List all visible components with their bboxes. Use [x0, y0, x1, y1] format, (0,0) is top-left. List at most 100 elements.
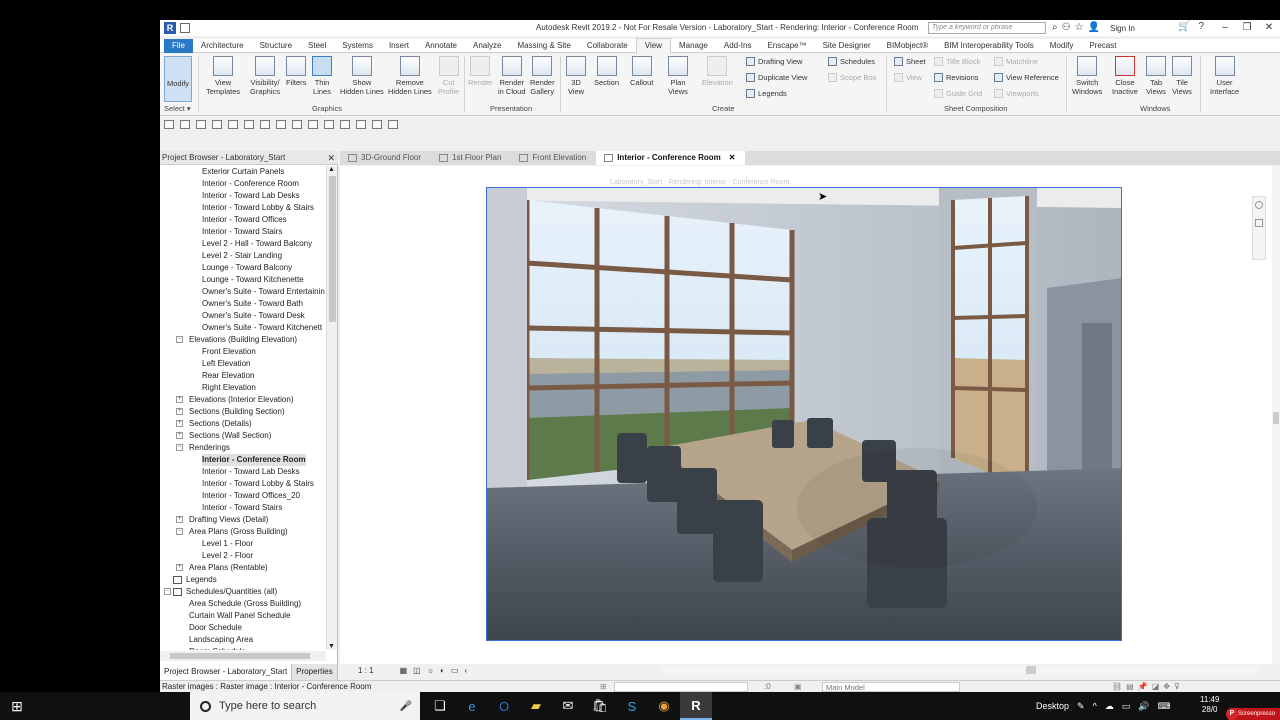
binoculars-icon[interactable]: ⌕ [1052, 22, 1058, 34]
expand-toggle-icon[interactable]: + [176, 396, 183, 403]
tree-item[interactable]: Interior - Toward Lab Desks [202, 466, 300, 478]
tab-properties[interactable]: Properties [292, 664, 338, 680]
user-interface-button[interactable]: User Interface [1210, 56, 1239, 96]
render-in-cloud-button[interactable]: Render in Cloud [498, 56, 526, 96]
viewports-button[interactable]: Viewports [994, 89, 1039, 98]
scope-box-button[interactable]: Scope Box [828, 73, 876, 82]
callout-button[interactable]: Callout [630, 56, 653, 87]
expand-toggle-icon[interactable]: + [176, 564, 183, 571]
tree-item[interactable]: Lounge - Toward Balcony [202, 262, 292, 274]
sun-path-icon[interactable]: ☼ [427, 666, 434, 675]
place-view-button[interactable]: View [894, 73, 922, 82]
tree-item[interactable]: Renderings [189, 442, 230, 454]
open-icon[interactable] [164, 119, 174, 129]
tree-item[interactable]: Landscaping Area [189, 634, 253, 646]
microphone-icon[interactable]: 🎤 [400, 701, 412, 712]
title-block-button[interactable]: Title Block [934, 57, 980, 66]
favorites-star-icon[interactable]: ☆ [1075, 22, 1084, 34]
view-templates-button[interactable]: View Templates [206, 56, 240, 96]
tab-site-designer[interactable]: Site Designer [815, 39, 879, 53]
tree-item[interactable]: Door Schedule [189, 622, 242, 634]
scale-label[interactable]: 1 : 1 [358, 666, 374, 675]
tree-item[interactable]: Level 2 - Hall - Toward Balcony [202, 238, 312, 250]
select-pinned-icon[interactable]: 📌 [1138, 681, 1148, 692]
tree-item[interactable]: Schedules/Quantities (all) [186, 586, 277, 598]
tree-item[interactable]: Owner's Suite - Toward Kitchenett [202, 322, 322, 334]
duplicate-view-button[interactable]: Duplicate View [746, 73, 807, 82]
revit-logo-icon[interactable]: R [164, 22, 176, 34]
tree-item[interactable]: Area Plans (Rentable) [189, 562, 268, 574]
switch-windows-icon[interactable] [388, 119, 398, 129]
tab-analyze[interactable]: Analyze [465, 39, 509, 53]
tree-item[interactable]: Drafting Views (Detail) [189, 514, 268, 526]
design-options-icon[interactable]: ▣ [794, 681, 802, 692]
restore-icon[interactable]: ❐ [1236, 20, 1258, 36]
expand-toggle-icon[interactable]: − [176, 336, 183, 343]
guide-grid-button[interactable]: Guide Grid [934, 89, 982, 98]
tree-item[interactable]: Interior - Toward Lab Desks [202, 190, 300, 202]
view-reference-button[interactable]: View Reference [994, 73, 1059, 82]
tree-item[interactable]: Right Elevation [202, 382, 256, 394]
tab-annotate[interactable]: Annotate [417, 39, 465, 53]
render-gallery-button[interactable]: Render Gallery [530, 56, 555, 96]
mail-icon[interactable]: ✉ [552, 692, 584, 720]
detail-level-icon[interactable]: ▦ [400, 666, 408, 675]
select-underlay-icon[interactable]: ▤ [1126, 681, 1134, 692]
modify-button[interactable]: Modify [164, 56, 192, 102]
tree-item[interactable]: Level 2 - Stair Landing [202, 250, 282, 262]
cut-profile-button[interactable]: Cut Profile [438, 56, 459, 96]
undo-icon[interactable] [212, 119, 222, 129]
crop-icon[interactable]: ▭ [451, 666, 459, 675]
save-icon[interactable] [180, 119, 190, 129]
expand-toggle-icon[interactable]: − [176, 444, 183, 451]
volume-icon[interactable]: 🔊 [1138, 701, 1149, 712]
shadows-icon[interactable]: ◐ [440, 666, 445, 675]
schedules-button[interactable]: Schedules [828, 57, 875, 66]
visibility-graphics-button[interactable]: Visibility/ Graphics [250, 56, 280, 96]
clock[interactable]: 11:49 28/0 [1200, 695, 1219, 715]
render-button[interactable]: Render [468, 56, 493, 87]
tree-item[interactable]: Interior - Toward Stairs [202, 226, 282, 238]
tab-systems[interactable]: Systems [334, 39, 381, 53]
tab-views-button[interactable]: Tab Views [1146, 56, 1166, 96]
cart-icon[interactable]: 🛒 [1178, 21, 1190, 32]
close-inactive-button[interactable]: Close Inactive [1112, 56, 1138, 96]
filter-icon[interactable]: ⊽ [1174, 681, 1180, 692]
tree-item[interactable]: Legends [186, 574, 217, 586]
drafting-view-button[interactable]: Drafting View [746, 57, 802, 66]
tree-item[interactable]: Interior - Conference Room [202, 178, 299, 190]
tab-enscape[interactable]: Enscape™ [759, 39, 814, 53]
collapse-icon[interactable]: ‹ [464, 666, 467, 675]
section-icon[interactable] [340, 119, 350, 129]
drag-elements-icon[interactable]: ✥ [1163, 681, 1170, 692]
tab-architecture[interactable]: Architecture [193, 39, 252, 53]
expand-toggle-icon[interactable]: + [176, 516, 183, 523]
tag-icon[interactable] [292, 119, 302, 129]
tree-item[interactable]: Elevations (Building Elevation) [189, 334, 297, 346]
select-face-icon[interactable]: ◪ [1152, 681, 1160, 692]
tab-1st-floor-plan[interactable]: 1st Floor Plan [431, 151, 511, 165]
keyboard-icon[interactable]: ⌨ [1158, 701, 1171, 712]
filters-button[interactable]: Filters [286, 56, 306, 87]
tab-structure[interactable]: Structure [252, 39, 300, 53]
zoom-icon[interactable] [1255, 219, 1263, 227]
scroll-thumb[interactable] [329, 176, 336, 322]
tree-item[interactable]: Owner's Suite - Toward Desk [202, 310, 305, 322]
tab-bim-interoperability[interactable]: BIM Interoperability Tools [936, 39, 1042, 53]
tree-item[interactable]: Interior - Toward Lobby & Stairs [202, 202, 314, 214]
user-icon[interactable]: 👤 [1088, 22, 1100, 34]
tab-manage[interactable]: Manage [671, 39, 716, 53]
thin-lines-icon[interactable] [356, 119, 366, 129]
tab-3d-ground-floor[interactable]: 3D-Ground Floor [340, 151, 431, 165]
tree-item[interactable]: Rear Elevation [202, 370, 254, 382]
tab-project-browser[interactable]: Project Browser - Laboratory_Start [160, 664, 293, 680]
task-view-icon[interactable]: ❏ [424, 692, 456, 720]
tree-item[interactable]: Area Plans (Gross Building) [189, 526, 288, 538]
close-tab-icon[interactable]: ✕ [729, 151, 736, 165]
windows-start-icon[interactable]: ⊞ [0, 692, 34, 720]
plan-views-button[interactable]: Plan Views [668, 56, 688, 96]
navigation-bar[interactable] [1252, 196, 1266, 260]
sheet-button[interactable]: Sheet [894, 57, 926, 66]
measure-icon[interactable] [260, 119, 270, 129]
cloud-icon[interactable]: ☁ [1105, 701, 1114, 712]
